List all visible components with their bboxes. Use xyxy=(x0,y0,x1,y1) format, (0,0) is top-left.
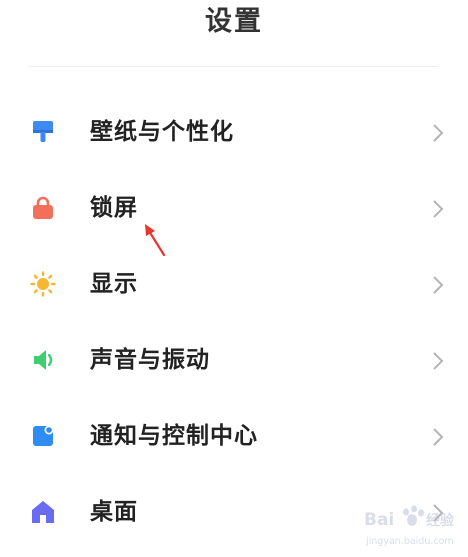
settings-item-notification-control-center[interactable]: 通知与控制中心 xyxy=(0,406,468,466)
chevron-right-icon xyxy=(431,199,445,219)
settings-item-wallpaper[interactable]: 壁纸与个性化 xyxy=(0,102,468,162)
header-divider xyxy=(28,66,438,67)
page-title: 设置 xyxy=(205,6,263,37)
speaker-icon xyxy=(30,347,56,373)
svg-text:经验: 经验 xyxy=(426,512,455,529)
chevron-right-icon xyxy=(431,275,445,295)
settings-item-label: 锁屏 xyxy=(90,195,138,221)
lock-icon xyxy=(30,195,56,221)
home-icon xyxy=(30,499,56,525)
chevron-right-icon xyxy=(431,427,445,447)
settings-item-label: 壁纸与个性化 xyxy=(90,119,234,145)
settings-item-label: 显示 xyxy=(90,271,138,297)
svg-text:jingyan.baidu.com: jingyan.baidu.com xyxy=(365,536,454,547)
svg-text:Bai: Bai xyxy=(364,510,394,530)
sun-icon xyxy=(30,271,56,297)
baidu-jingyan-watermark-logo: Bai 经验 jingyan.baidu.com xyxy=(362,500,462,552)
paint-brush-icon xyxy=(30,119,56,145)
chevron-right-icon xyxy=(431,351,445,371)
settings-item-label: 声音与振动 xyxy=(90,347,210,373)
settings-item-label: 桌面 xyxy=(90,499,138,525)
settings-item-lock-screen[interactable]: 锁屏 xyxy=(0,178,468,238)
chevron-right-icon xyxy=(431,123,445,143)
settings-item-display[interactable]: 显示 xyxy=(0,254,468,314)
settings-item-label: 通知与控制中心 xyxy=(90,423,258,449)
annotation-arrow-icon xyxy=(140,222,170,258)
settings-item-sound-vibration[interactable]: 声音与振动 xyxy=(0,330,468,390)
notification-icon xyxy=(30,423,56,449)
